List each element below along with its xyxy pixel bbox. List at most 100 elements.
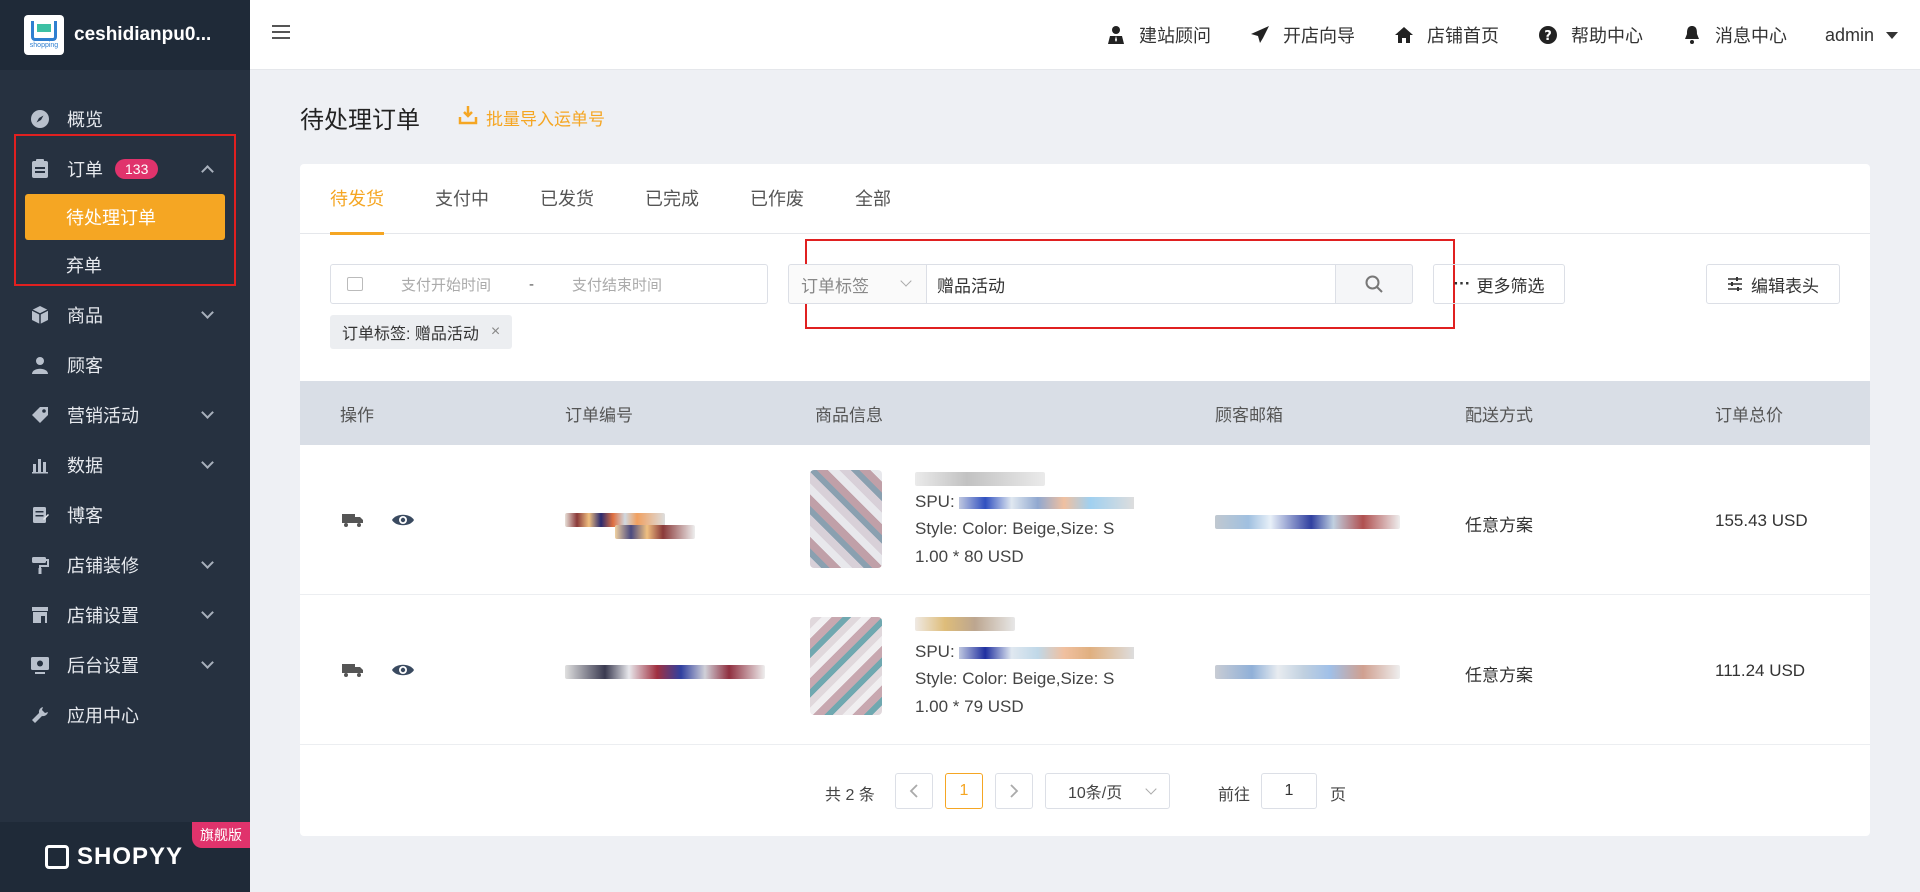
page-head: 待处理订单 批量导入运单号: [300, 100, 605, 135]
cube-icon: [30, 305, 50, 325]
header-nav: 建站顾问 开店向导 店铺首页 ? 帮助中心 消息中心 admin: [1105, 0, 1920, 70]
sidebar-item-admin-settings[interactable]: 后台设置: [0, 640, 250, 690]
eye-icon[interactable]: [391, 662, 415, 678]
nav-setup-guide[interactable]: 开店向导: [1249, 22, 1355, 48]
sidebar-item-marketing[interactable]: 营销活动: [0, 390, 250, 440]
product-title[interactable]: [915, 471, 1165, 487]
close-icon[interactable]: ×: [491, 323, 500, 341]
sidebar-item-customers[interactable]: 顾客: [0, 340, 250, 390]
sidebar-item-blog[interactable]: 博客: [0, 490, 250, 540]
download-tray-icon: [458, 105, 478, 130]
order-number[interactable]: [565, 511, 765, 539]
product-thumbnail[interactable]: [810, 470, 882, 568]
edition-badge: 旗舰版: [192, 822, 250, 848]
sidebar-item-store-settings[interactable]: 店铺设置: [0, 590, 250, 640]
total-count: 共 2 条: [825, 787, 875, 804]
chevron-down-icon: [900, 275, 912, 287]
menu-toggle-icon[interactable]: [272, 25, 290, 43]
shopping-cart-logo-icon: shopping: [24, 15, 64, 55]
column-header: 配送方式: [1465, 405, 1533, 425]
filter-row: 支付开始时间 - 支付结束时间 订单标签 ··· 更多筛选 编辑表头: [330, 239, 1840, 329]
sidebar-item-label: 应用中心: [67, 706, 139, 726]
nav-message-center[interactable]: 消息中心: [1681, 22, 1787, 48]
compass-icon: [30, 109, 50, 129]
sidebar-item-label: 营销活动: [67, 406, 139, 426]
tag-icon: [30, 405, 50, 425]
tab-to-ship[interactable]: 待发货: [330, 164, 384, 235]
nav-consultant[interactable]: 建站顾问: [1105, 22, 1211, 48]
order-number[interactable]: [565, 661, 765, 683]
payment-date-range-picker[interactable]: 支付开始时间 - 支付结束时间: [330, 264, 768, 304]
chevron-down-icon: [201, 306, 214, 319]
sidebar-item-app-center[interactable]: 应用中心: [0, 690, 250, 740]
active-filter-chip: 订单标签: 赠品活动 ×: [330, 315, 513, 349]
sidebar: shopping ceshidianpu0... 概览 订单 133 待处理订单…: [0, 0, 250, 892]
sidebar-item-products[interactable]: 商品: [0, 290, 250, 340]
goto-label: 前往: [1218, 787, 1251, 804]
date-separator: -: [529, 275, 535, 293]
sidebar-item-label: 数据: [67, 456, 103, 476]
sidebar-footer: SHOPYY 旗舰版: [0, 822, 250, 892]
sidebar-item-data[interactable]: 数据: [0, 440, 250, 490]
tab-all[interactable]: 全部: [855, 164, 891, 234]
prev-page-button[interactable]: [895, 773, 933, 809]
nav-help-center[interactable]: ? 帮助中心: [1537, 22, 1643, 48]
ellipsis-icon: ···: [1453, 274, 1471, 293]
home-icon: [1393, 24, 1415, 46]
product-style: Style: Color: Beige,Size: S: [915, 669, 1115, 688]
orders-card: 待发货 支付中 已发货 已完成 已作废 全部 支付开始时间 - 支付结束时间 订…: [300, 164, 1870, 836]
page-size-select[interactable]: 10条/页: [1045, 773, 1170, 809]
search-input[interactable]: [926, 264, 1336, 304]
svg-text:?: ?: [1544, 29, 1552, 44]
order-status-tabs: 待发货 支付中 已发货 已完成 已作废 全部: [300, 164, 1870, 235]
tab-completed[interactable]: 已完成: [645, 164, 699, 234]
date-start-placeholder: 支付开始时间: [401, 276, 492, 294]
more-filters-button[interactable]: ··· 更多筛选: [1433, 264, 1565, 304]
next-page-button[interactable]: [995, 773, 1033, 809]
column-header: 顾客邮箱: [1215, 405, 1283, 425]
nav-store-home[interactable]: 店铺首页: [1393, 22, 1499, 48]
page-number[interactable]: 1: [945, 773, 983, 809]
chevron-down-icon: [201, 556, 214, 569]
batch-import-tracking-link[interactable]: 批量导入运单号: [458, 105, 605, 130]
eye-icon[interactable]: [391, 512, 415, 528]
brand[interactable]: shopping ceshidianpu0...: [0, 0, 250, 70]
customer-email[interactable]: [1215, 511, 1400, 533]
column-header: 订单总价: [1715, 405, 1783, 425]
sidebar-item-label: 店铺装修: [67, 556, 139, 576]
sidebar-item-store-design[interactable]: 店铺装修: [0, 540, 250, 590]
paper-plane-icon: [1249, 24, 1271, 46]
goto-page-input[interactable]: [1261, 773, 1317, 809]
sidebar-item-label: 后台设置: [67, 656, 139, 676]
search-button[interactable]: [1335, 264, 1413, 304]
chevron-down-icon: [201, 606, 214, 619]
product-title[interactable]: [915, 616, 1165, 632]
sidebar-item-label: 概览: [67, 110, 103, 130]
product-qty-price: 1.00 * 80 USD: [915, 547, 1024, 566]
sidebar-item-label: 店铺设置: [67, 606, 139, 626]
page-title: 待处理订单: [300, 107, 420, 134]
wrench-icon: [30, 705, 50, 725]
blog-icon: [30, 505, 50, 525]
sidebar-item-label: 博客: [67, 506, 103, 526]
column-header: 商品信息: [815, 405, 883, 425]
store-icon: [30, 605, 50, 625]
truck-icon[interactable]: [342, 513, 364, 527]
order-total: 111.24 USD: [1715, 661, 1806, 680]
column-header[interactable]: 订单编号: [565, 401, 633, 426]
user-icon: [30, 355, 50, 375]
date-end-placeholder: 支付结束时间: [572, 276, 663, 294]
edit-header-button[interactable]: 编辑表头: [1706, 264, 1840, 304]
product-thumbnail[interactable]: [810, 617, 882, 715]
admin-settings-icon: [30, 655, 50, 675]
chevron-left-icon: [909, 784, 918, 798]
customer-email[interactable]: [1215, 661, 1400, 683]
tab-shipped[interactable]: 已发货: [540, 164, 594, 234]
tab-paying[interactable]: 支付中: [435, 164, 489, 234]
sidebar-item-label: 顾客: [67, 356, 103, 376]
shipping-method: 任意方案: [1465, 516, 1533, 535]
user-menu[interactable]: admin: [1825, 25, 1898, 46]
truck-icon[interactable]: [342, 663, 364, 677]
order-tag-select[interactable]: 订单标签: [788, 264, 926, 304]
tab-voided[interactable]: 已作废: [750, 164, 804, 234]
